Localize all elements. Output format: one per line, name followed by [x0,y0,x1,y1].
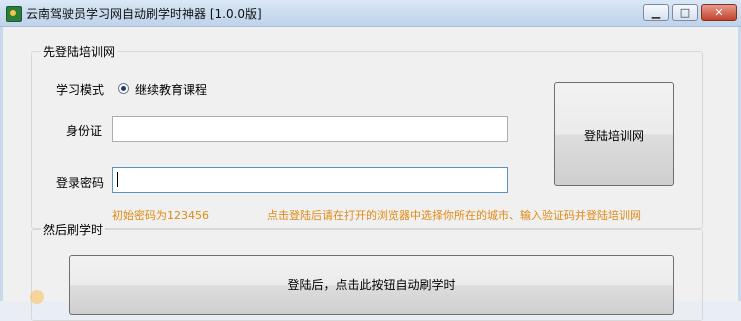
initial-password-hint: 初始密码为123456 [112,209,209,222]
window-title: 云南驾驶员学习网自动刷学时神器 [1.0.0版] [26,7,262,21]
id-card-label: 身份证 [66,124,103,138]
mode-option-label[interactable]: 继续教育课程 [135,81,207,98]
id-card-input[interactable] [112,116,508,142]
maximize-button[interactable]: □ [672,4,698,21]
app-icon [6,6,22,22]
minimize-button[interactable]: ▁ [643,4,669,21]
study-group-title: 然后刷学时 [41,221,106,238]
close-button[interactable]: ✕ [701,4,737,21]
login-website-button-label: 登陆培训网 [583,129,644,143]
login-group-title: 先登陆培训网 [41,43,118,60]
password-label: 登录密码 [56,176,105,190]
mode-radio-button[interactable] [118,83,129,94]
password-input[interactable] [112,167,508,193]
watermark-logo-icon [30,290,44,304]
client-area: 先登陆培训网 学习模式 继续教育课程 身份证 登录密码 登陆培训网 初始密码为1… [3,27,738,321]
title-bar[interactable]: 云南驾驶员学习网自动刷学时神器 [1.0.0版] ▁ □ ✕ [0,0,741,27]
text-caret [117,172,118,187]
auto-study-button[interactable]: 登陆后，点击此按钮自动刷学时 [69,255,674,315]
login-instruction-hint: 点击登陆后请在打开的浏览器中选择你所在的城市、输入验证码并登陆培训网 [267,209,641,222]
auto-study-button-label: 登陆后，点击此按钮自动刷学时 [287,278,456,292]
study-mode-label: 学习模式 [56,83,105,97]
login-website-button[interactable]: 登陆培训网 [554,82,674,186]
